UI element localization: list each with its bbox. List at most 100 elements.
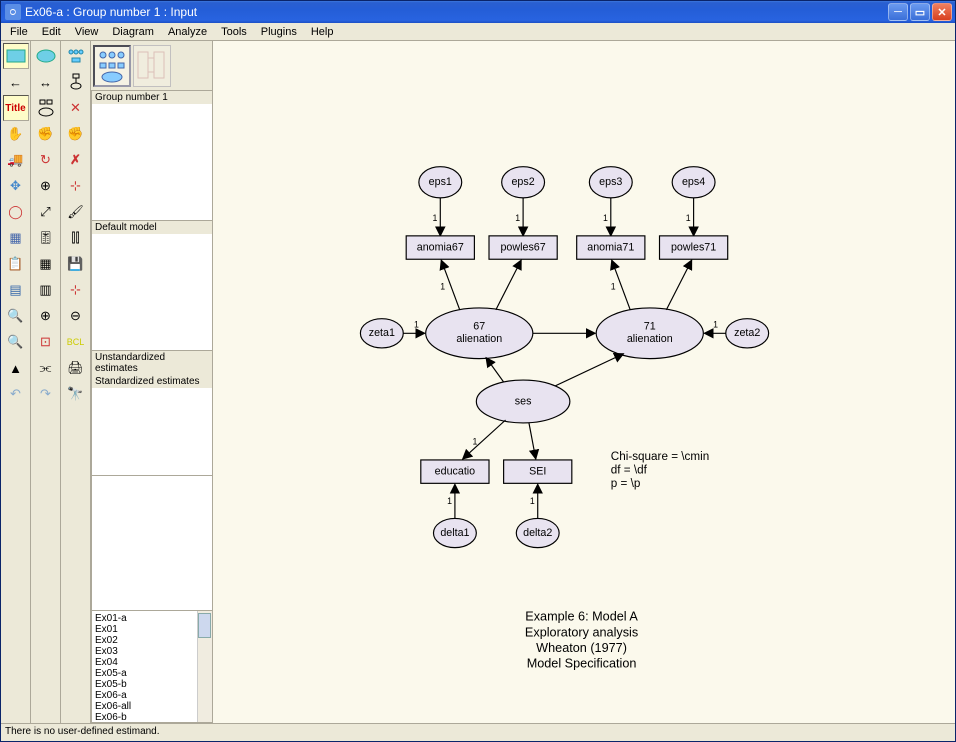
indicator-tool-icon[interactable] xyxy=(63,43,89,69)
rotate-icon[interactable]: ↻ xyxy=(33,147,59,173)
bcl-icon[interactable]: BCL xyxy=(63,329,89,355)
anomia71-node[interactable]: anomia71 xyxy=(577,236,645,259)
list-item[interactable]: Ex03 xyxy=(95,646,209,657)
tree2-icon[interactable]: ⊹ xyxy=(63,277,89,303)
sei-node[interactable]: SEI xyxy=(504,460,572,483)
x-tool-icon[interactable]: ✗ xyxy=(63,147,89,173)
clipboard-icon[interactable]: 📋 xyxy=(3,251,29,277)
eps3-node[interactable]: eps3 xyxy=(589,167,632,198)
properties-icon[interactable]: ▥ xyxy=(33,277,59,303)
groups-panel[interactable]: Group number 1 xyxy=(91,91,212,221)
stat-chisq: Chi-square = \cmin xyxy=(611,450,709,463)
eps2-node[interactable]: eps2 xyxy=(502,167,545,198)
list-item[interactable]: Ex01 xyxy=(95,624,209,635)
rect-tool-icon[interactable] xyxy=(3,43,29,69)
zoom-out-icon[interactable]: ⊖ xyxy=(63,303,89,329)
menu-file[interactable]: File xyxy=(3,24,35,40)
alienation67-node[interactable]: 67alienation xyxy=(426,308,533,359)
title-tool-icon[interactable]: Title xyxy=(3,95,29,121)
calc-icon[interactable]: ▦ xyxy=(33,251,59,277)
list-item[interactable]: Ex06-all xyxy=(95,701,209,712)
powles71-node[interactable]: powles71 xyxy=(660,236,728,259)
zoom-in-icon[interactable]: ⊕ xyxy=(33,303,59,329)
list-item[interactable]: Ex04 xyxy=(95,657,209,668)
delta1-node[interactable]: delta1 xyxy=(433,518,476,547)
minimize-button[interactable]: ─ xyxy=(888,3,908,21)
output-diagram-thumb[interactable] xyxy=(133,45,171,87)
anomia67-node[interactable]: anomia67 xyxy=(406,236,474,259)
print-icon[interactable]: 🖨 xyxy=(63,355,89,381)
models-item[interactable]: Default model xyxy=(92,221,212,234)
models-panel[interactable]: Default model xyxy=(91,221,212,351)
resize-icon[interactable]: ⤢ xyxy=(33,199,59,225)
zoom-icon[interactable]: 🔍 xyxy=(3,303,29,329)
list-item[interactable]: Ex05-a xyxy=(95,668,209,679)
connector-icon[interactable] xyxy=(63,69,89,95)
left-arrow-icon[interactable]: ← xyxy=(3,69,29,95)
educatio-node[interactable]: educatio xyxy=(421,460,489,483)
close-button[interactable]: ✕ xyxy=(932,3,952,21)
menu-help[interactable]: Help xyxy=(304,24,341,40)
scrollbar[interactable] xyxy=(197,611,212,722)
zeta2-node[interactable]: zeta2 xyxy=(726,319,769,348)
grid-icon[interactable]: ▦ xyxy=(3,225,29,251)
zeta1-node[interactable]: zeta1 xyxy=(360,319,403,348)
app-icon: ੦ xyxy=(5,4,21,20)
list-item[interactable]: Ex01-a xyxy=(95,613,209,624)
latent-tool-icon[interactable] xyxy=(33,95,59,121)
tree-icon[interactable]: ⊹ xyxy=(63,173,89,199)
lasso-icon[interactable]: ◯ xyxy=(3,199,29,225)
grab-icon[interactable]: ✊ xyxy=(33,121,59,147)
binoculars-icon[interactable]: 🔭 xyxy=(63,381,89,407)
list-item[interactable]: Ex06-a xyxy=(95,690,209,701)
files-panel[interactable]: Ex01-a Ex01 Ex02 Ex03 Ex04 Ex05-a Ex05-b… xyxy=(91,611,212,723)
undo-icon[interactable]: ↶ xyxy=(3,381,29,407)
menu-diagram[interactable]: Diagram xyxy=(105,24,161,40)
powles67-node[interactable]: powles67 xyxy=(489,236,557,259)
sliders-icon[interactable]: ⫿⫿ xyxy=(63,225,89,251)
truck-icon[interactable]: 🚚 xyxy=(3,147,29,173)
save-icon[interactable]: 💾 xyxy=(63,251,89,277)
chart-icon[interactable]: ▤ xyxy=(3,277,29,303)
diagram-canvas[interactable]: eps1 eps2 eps3 eps4 1 1 1 1 anomia67 pow… xyxy=(212,41,955,723)
menu-analyze[interactable]: Analyze xyxy=(161,24,214,40)
groups-item[interactable]: Group number 1 xyxy=(92,91,212,104)
menu-edit[interactable]: Edit xyxy=(35,24,68,40)
menu-plugins[interactable]: Plugins xyxy=(254,24,304,40)
histogram-icon[interactable]: ▲ xyxy=(3,355,29,381)
file-list[interactable]: Ex01-a Ex01 Ex02 Ex03 Ex04 Ex05-a Ex05-b… xyxy=(92,611,212,723)
target-icon[interactable]: ⊡ xyxy=(33,329,59,355)
redo-icon[interactable]: ↷ xyxy=(33,381,59,407)
maximize-button[interactable]: ▭ xyxy=(910,3,930,21)
ses-node[interactable]: ses xyxy=(476,380,570,423)
menu-view[interactable]: View xyxy=(68,24,106,40)
list-item[interactable]: Ex06-b xyxy=(95,712,209,723)
list-item[interactable]: Ex02 xyxy=(95,635,209,646)
estimates-panel[interactable]: Unstandardized estimates Standardized es… xyxy=(91,351,212,476)
link-icon[interactable]: ⫘ xyxy=(33,355,59,381)
move-icon[interactable]: ✥ xyxy=(3,173,29,199)
delta2-node[interactable]: delta2 xyxy=(516,518,559,547)
mixer-icon[interactable]: 🎚 xyxy=(33,225,59,251)
erase-icon[interactable]: ✕ xyxy=(63,95,89,121)
biarrow-icon[interactable]: ↔ xyxy=(33,69,59,95)
input-diagram-thumb[interactable] xyxy=(93,45,131,87)
list-item[interactable]: Ex05-b xyxy=(95,679,209,690)
zoom-page-icon[interactable]: 🔍 xyxy=(3,329,29,355)
eps4-node[interactable]: eps4 xyxy=(672,167,715,198)
eps1-node[interactable]: eps1 xyxy=(419,167,462,198)
svg-text:powles67: powles67 xyxy=(500,241,545,253)
alienation71-node[interactable]: 71alienation xyxy=(596,308,703,359)
caption-l4: Model Specification xyxy=(527,656,637,670)
toolbar-col-1: ← Title ✋ 🚚 ✥ ◯ ▦ 📋 ▤ 🔍 🔍 ▲ ↶ xyxy=(1,41,31,723)
menu-tools[interactable]: Tools xyxy=(214,24,254,40)
grab2-icon[interactable]: ✊ xyxy=(63,121,89,147)
paint-icon[interactable]: 🖌 xyxy=(63,199,89,225)
magnet-icon[interactable]: ⊕ xyxy=(33,173,59,199)
est-unstd[interactable]: Unstandardized estimates xyxy=(92,351,212,375)
est-std[interactable]: Standardized estimates xyxy=(92,375,212,388)
hand-icon[interactable]: ✋ xyxy=(3,121,29,147)
svg-text:1: 1 xyxy=(440,281,445,291)
scrollbar-thumb[interactable] xyxy=(198,613,211,638)
ellipse-tool-icon[interactable] xyxy=(33,43,59,69)
